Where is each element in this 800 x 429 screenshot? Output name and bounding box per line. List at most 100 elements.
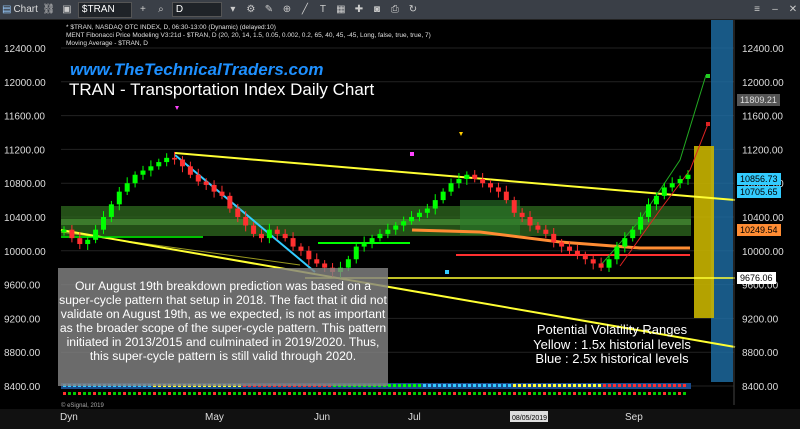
x-tick-label: Dyn [60,412,78,423]
interval-dropdown-icon[interactable]: ▾ [226,3,240,17]
indicator-dot [248,392,251,395]
y-tick-label-right: 10400.00 [742,213,784,224]
y-tick-label-left: 11600.00 [4,112,45,123]
indicator-dot [453,384,456,387]
close-icon[interactable]: ✕ [786,3,800,17]
indicator-dot [683,384,686,387]
add-symbol-icon[interactable]: + [136,3,150,17]
draw-icon[interactable]: ✎ [262,3,276,17]
search-icon[interactable]: ⌕ [154,3,168,17]
indicator-dot [268,392,271,395]
minimize-icon[interactable]: – [768,3,782,17]
y-tick-label-right: 12400.00 [742,44,784,55]
lock-icon[interactable]: ▣ [60,3,74,17]
indicator-dot [638,384,641,387]
symbol-input[interactable]: $TRAN [77,1,132,18]
indicator-dot [528,392,531,395]
candle-body [511,200,517,213]
study-icon[interactable]: ⚙ [244,3,258,17]
indicator-dot [678,392,681,395]
indicator-dot [468,384,471,387]
zoom-icon[interactable]: ⊕ [280,3,294,17]
indicator-dot [358,392,361,395]
candle-body [314,259,320,264]
indicator-dot [398,384,401,387]
candle-body [345,259,351,268]
indicator-dot [673,384,676,387]
indicator-dot [673,392,676,395]
indicator-dot [503,384,506,387]
link-icon[interactable]: ⛓ [42,3,56,17]
indicator-dot [633,384,636,387]
indicator-dot [648,392,651,395]
yellow-volatility-range [694,146,714,318]
candle-body [108,204,114,217]
grid-icon[interactable]: ▦ [334,3,348,17]
candle-body [574,250,580,256]
candle-body [100,217,106,230]
indicator-dot [338,392,341,395]
indicator-dot [468,392,471,395]
indicator-dot [478,392,481,395]
candle-body [298,246,304,251]
menu-icon[interactable]: ≡ [750,3,764,17]
indicator-dot [598,384,601,387]
x-tick-label: 08/05/2019 [512,415,547,422]
indicator-dot [378,392,381,395]
indicator-dot [458,392,461,395]
indicator-dot [148,392,151,395]
candle-body [622,238,628,247]
y-tick-label-left: 12400.00 [4,44,46,55]
indicator-dot [388,392,391,395]
indicator-dot [263,392,266,395]
indicator-dot [303,392,306,395]
indicator-dot [583,392,586,395]
indicator-dot [658,392,661,395]
indicator-dot [108,392,111,395]
text-tool-icon[interactable]: T [316,3,330,17]
candle-body [69,229,75,239]
interval-select[interactable]: D [171,2,222,17]
camera-icon[interactable]: ◙ [370,3,384,17]
refresh-icon[interactable]: ↻ [406,3,420,17]
indicator-dot [613,392,616,395]
indicator-dot [503,392,506,395]
indicator-dot [413,384,416,387]
indicator-dot [488,384,491,387]
indicator-dot [483,392,486,395]
chart-icon: ▤ [2,4,12,15]
indicator-dot [593,384,596,387]
indicator-dot [443,384,446,387]
indicator-dot [363,392,366,395]
y-tick-label-right: 8800.00 [742,348,779,359]
candle-body [85,239,91,245]
candle-body [527,217,533,226]
candle-body [227,195,233,209]
indicator-dot [433,392,436,395]
candle-body [132,174,138,184]
indicator-dot [73,392,76,395]
indicator-dot [563,384,566,387]
indicator-dot [563,392,566,395]
y-tick-label-left: 10800.00 [4,179,46,190]
candle-body [219,191,225,196]
indicator-dot [448,392,451,395]
line-tool-icon[interactable]: ╱ [298,3,312,17]
indicator-dot [123,392,126,395]
print-icon[interactable]: ⎙ [388,3,402,17]
cursor-icon[interactable]: ✚ [352,3,366,17]
candle-body [172,157,178,160]
indicator-dot [238,392,241,395]
candle-body [61,229,67,233]
indicator-dot [288,392,291,395]
indicator-dot [478,384,481,387]
indicator-dot [313,392,316,395]
indicator-dot [578,392,581,395]
candle-body [606,259,612,268]
candle-body [646,204,652,217]
indicator-dot [548,384,551,387]
indicator-dot [388,384,391,387]
chart-tab[interactable]: ▤ Chart [2,4,38,15]
indicator-dot [608,384,611,387]
indicator-dot [163,392,166,395]
